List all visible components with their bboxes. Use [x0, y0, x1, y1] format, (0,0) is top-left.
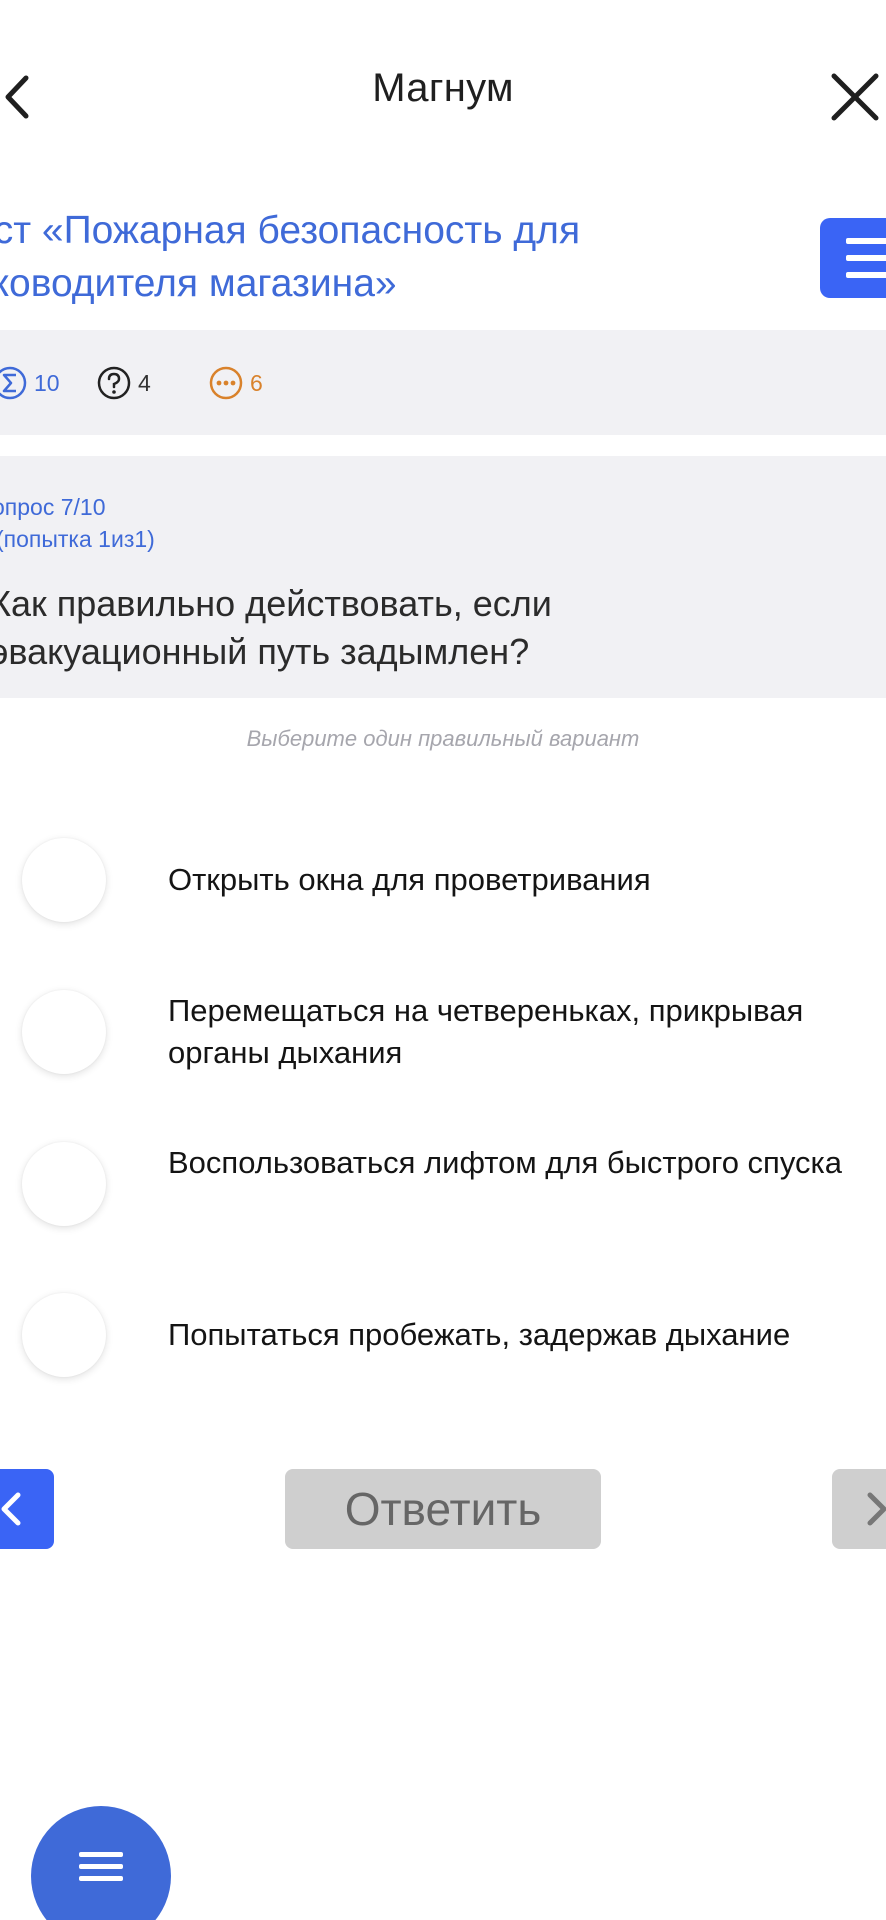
app-title: Магнум	[372, 66, 514, 110]
sigma-icon	[0, 366, 27, 400]
answer-option[interactable]: Попытаться пробежать, задержав дыхание	[0, 1293, 886, 1377]
answer-option[interactable]: Воспользоваться лифтом для быстрого спус…	[0, 1142, 886, 1226]
stat-total: 10	[0, 366, 60, 400]
next-question-button[interactable]	[832, 1469, 886, 1549]
chevron-left-icon	[1, 1492, 21, 1526]
close-button[interactable]	[828, 70, 882, 124]
close-icon	[831, 73, 879, 121]
radio-button[interactable]	[22, 1142, 106, 1226]
answer-option-label: Перемещаться на четвереньках, прикрывая …	[168, 993, 804, 1070]
stat-unanswered: 4	[96, 366, 151, 400]
submit-answer-button[interactable]: Ответить	[285, 1469, 601, 1549]
previous-question-button[interactable]	[0, 1469, 54, 1549]
stat-total-value: 10	[34, 369, 60, 396]
question-icon	[97, 366, 131, 400]
test-menu-button[interactable]	[820, 218, 886, 298]
answer-option-label: Открыть окна для проветривания	[168, 862, 651, 897]
stats-bar: 10 4 6	[0, 330, 886, 435]
stat-remaining: 6	[208, 366, 263, 400]
answer-option-label: Воспользоваться лифтом для быстрого спус…	[168, 1145, 842, 1180]
answer-option[interactable]: Перемещаться на четвереньках, прикрывая …	[0, 990, 886, 1074]
quiz-screen: Магнум ест «Пожарная безопасность для ук…	[0, 0, 886, 1920]
question-text: Как правильно действовать, если эвакуаци…	[0, 583, 552, 672]
radio-button[interactable]	[22, 838, 106, 922]
top-bar: Магнум	[0, 0, 886, 190]
more-dots-icon	[209, 366, 243, 400]
answer-hint: Выберите один правильный вариант	[246, 726, 640, 751]
radio-button[interactable]	[22, 990, 106, 1074]
question-card: опрос 7/10 (попытка 1из1) Как правильно …	[0, 456, 886, 698]
test-title: ест «Пожарная безопасность для уководите…	[0, 209, 581, 305]
stat-unanswered-value: 4	[138, 369, 151, 396]
chevron-right-icon	[867, 1492, 886, 1526]
floating-menu-button[interactable]	[31, 1806, 171, 1920]
answer-option[interactable]: Открыть окна для проветривания	[0, 838, 886, 922]
answer-option-label: Попытаться пробежать, задержав дыхание	[168, 1317, 791, 1352]
question-attempt: (попытка 1из1)	[0, 526, 155, 552]
radio-button[interactable]	[22, 1293, 106, 1377]
question-number: опрос 7/10	[0, 494, 106, 520]
stat-remaining-value: 6	[250, 369, 263, 396]
